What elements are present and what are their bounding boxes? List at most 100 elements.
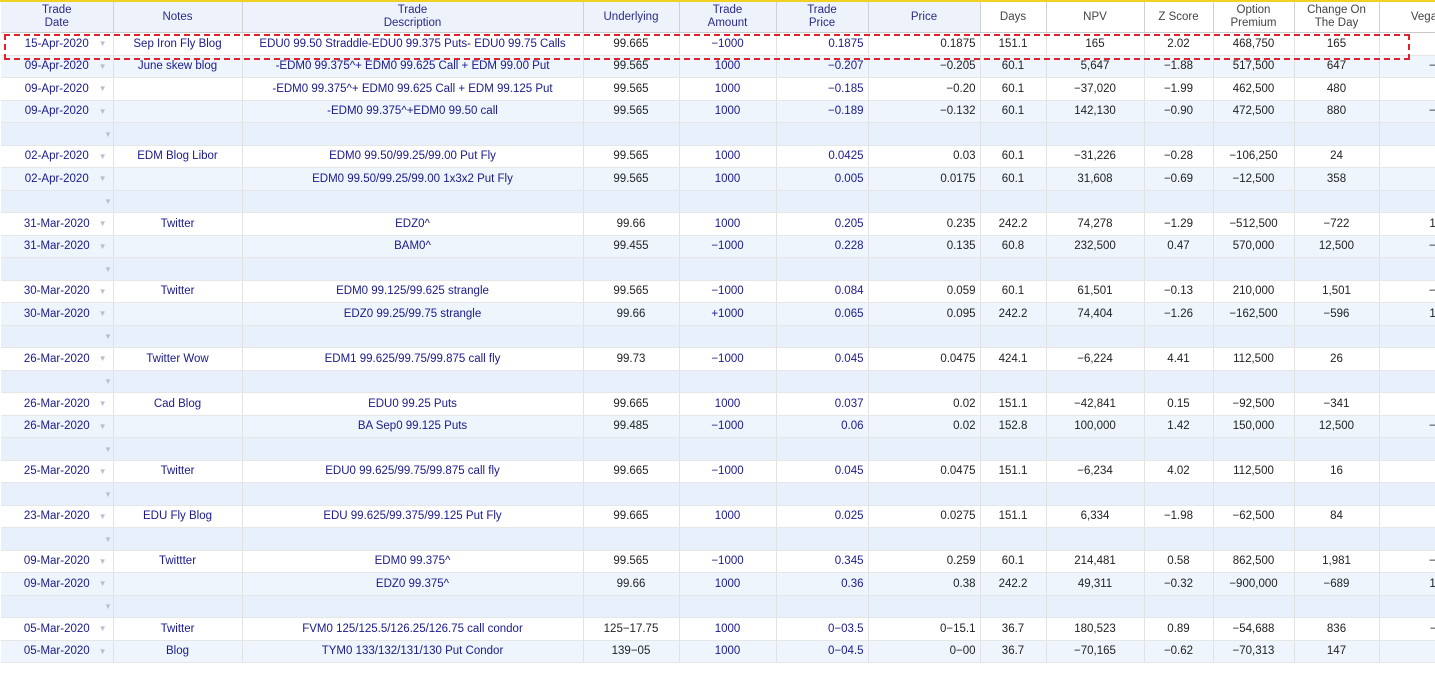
- trade-row[interactable]: 15-Apr-2020 ▼ Sep Iron Fly Blog EDU0 99.50 …: [1, 32, 1435, 56]
- cell-z[interactable]: −0.90: [1144, 100, 1214, 123]
- cell-notes[interactable]: Twitter: [113, 617, 243, 641]
- cell-price[interactable]: 0.0175: [868, 167, 981, 191]
- trade-row[interactable]: 05-Mar-2020 ▼ Twitter FVM0 125/125.5/126.25…: [1, 617, 1435, 641]
- cell-desc[interactable]: BAM0^: [242, 235, 584, 258]
- group-separator-row[interactable]: ▼: [1, 437, 1435, 461]
- cell-und[interactable]: 125−17.75: [583, 617, 680, 641]
- cell-vega[interactable]: −6,142: [1379, 550, 1435, 573]
- trade-row[interactable]: 09-Mar-2020 ▼ EDZ0 99.375^ 99.66 1000 0.36 0.3…: [1, 572, 1435, 596]
- trade-row[interactable]: 31-Mar-2020 ▼ Twitter EDZ0^ 99.66 1000 0.205 0.…: [1, 212, 1435, 236]
- cell-date[interactable]: 30-Mar-2020 ▼: [1, 302, 114, 326]
- cell-desc[interactable]: EDM0 99.50/99.25/99.00 Put Fly: [242, 145, 584, 168]
- cell-chg[interactable]: 1,501: [1294, 280, 1380, 303]
- cell-date[interactable]: 02-Apr-2020 ▼: [1, 145, 114, 168]
- cell-npv[interactable]: −6,224: [1046, 347, 1145, 371]
- dropdown-arrow-icon[interactable]: ▼: [99, 467, 107, 476]
- cell-chg[interactable]: 880: [1294, 100, 1380, 123]
- col-header[interactable]: Days: [980, 2, 1047, 33]
- cell-z[interactable]: 0.47: [1144, 235, 1214, 258]
- dropdown-arrow-icon[interactable]: ▼: [99, 624, 107, 633]
- cell-npv[interactable]: −6,234: [1046, 460, 1145, 483]
- cell-chg[interactable]: 647: [1294, 55, 1380, 78]
- group-separator-row[interactable]: ▼: [1, 370, 1435, 393]
- cell-chg[interactable]: 836: [1294, 617, 1380, 641]
- cell-und[interactable]: 99.565: [583, 100, 680, 123]
- cell-notes[interactable]: [113, 77, 243, 101]
- cell-chg[interactable]: 1,981: [1294, 550, 1380, 573]
- cell-prem[interactable]: −62,500: [1213, 505, 1295, 528]
- cell-prem[interactable]: −900,000: [1213, 572, 1295, 596]
- cell-chg[interactable]: 16: [1294, 460, 1380, 483]
- cell-notes[interactable]: [113, 100, 243, 123]
- cell-npv[interactable]: 6,334: [1046, 505, 1145, 528]
- cell-price[interactable]: 0.259: [868, 550, 981, 573]
- cell-desc[interactable]: EDU 99.625/99.375/99.125 Put Fly: [242, 505, 584, 528]
- group-separator-row[interactable]: ▼: [1, 190, 1435, 213]
- cell-amt[interactable]: +1000: [679, 302, 777, 326]
- cell-desc[interactable]: TYM0 133/132/131/130 Put Condor: [242, 640, 584, 663]
- cell-z[interactable]: −1.29: [1144, 212, 1214, 236]
- cell-notes[interactable]: Blog: [113, 640, 243, 663]
- cell-days[interactable]: 36.7: [980, 617, 1047, 641]
- cell-vega[interactable]: 1,344: [1379, 460, 1435, 483]
- cell-z[interactable]: −0.32: [1144, 572, 1214, 596]
- cell-desc[interactable]: EDZ0^: [242, 212, 584, 236]
- cell-price[interactable]: 0.059: [868, 280, 981, 303]
- trade-row[interactable]: 09-Apr-2020 ▼ -EDM0 99.375^+EDM0 99.50 cal…: [1, 100, 1435, 123]
- cell-days[interactable]: 60.1: [980, 167, 1047, 191]
- cell-tprice[interactable]: 0.005: [776, 167, 869, 191]
- trade-row[interactable]: 02-Apr-2020 ▼ EDM Blog Libor EDM0 99.50/99.…: [1, 145, 1435, 168]
- trade-row[interactable]: 02-Apr-2020 ▼ EDM0 99.50/99.25/99.00 1x3x2…: [1, 167, 1435, 191]
- cell-chg[interactable]: −722: [1294, 212, 1380, 236]
- dropdown-arrow-icon[interactable]: ▼: [99, 107, 107, 116]
- cell-prem[interactable]: −162,500: [1213, 302, 1295, 326]
- cell-notes[interactable]: [113, 572, 243, 596]
- cell-amt[interactable]: −1000: [679, 347, 777, 371]
- cell-price[interactable]: 0−15.1: [868, 617, 981, 641]
- cell-npv[interactable]: 232,500: [1046, 235, 1145, 258]
- cell-amt[interactable]: 1000: [679, 212, 777, 236]
- cell-price[interactable]: 0.02: [868, 392, 981, 416]
- cell-npv[interactable]: 5,647: [1046, 55, 1145, 78]
- cell-amt[interactable]: 1000: [679, 100, 777, 123]
- cell-chg[interactable]: 165: [1294, 32, 1380, 56]
- cell-days[interactable]: 242.2: [980, 302, 1047, 326]
- cell-tprice[interactable]: 0.025: [776, 505, 869, 528]
- col-header[interactable]: NPV: [1046, 2, 1145, 33]
- dropdown-arrow-icon[interactable]: ▼: [5, 197, 112, 206]
- trade-row[interactable]: 09-Apr-2020 ▼ -EDM0 99.375^+ EDM0 99.625 C…: [1, 77, 1435, 101]
- cell-prem[interactable]: 862,500: [1213, 550, 1295, 573]
- cell-prem[interactable]: 472,500: [1213, 100, 1295, 123]
- cell-price[interactable]: 0.1875: [868, 32, 981, 56]
- cell-und[interactable]: 99.565: [583, 280, 680, 303]
- trade-row[interactable]: 09-Apr-2020 ▼ June skew blog -EDM0 99.375^+…: [1, 55, 1435, 78]
- cell-z[interactable]: −0.28: [1144, 145, 1214, 168]
- cell-price[interactable]: −0.205: [868, 55, 981, 78]
- dropdown-arrow-icon[interactable]: ▼: [99, 647, 107, 656]
- group-separator-row[interactable]: ▼: [1, 122, 1435, 146]
- cell-price[interactable]: 0.0275: [868, 505, 981, 528]
- cell-notes[interactable]: [113, 415, 243, 438]
- cell-price[interactable]: 0.02: [868, 415, 981, 438]
- col-header[interactable]: Vega: [1379, 2, 1435, 33]
- cell-price[interactable]: 0−00: [868, 640, 981, 663]
- cell-notes[interactable]: Cad Blog: [113, 392, 243, 416]
- cell-tprice[interactable]: −0.207: [776, 55, 869, 78]
- dropdown-arrow-icon[interactable]: ▼: [5, 490, 112, 499]
- cell-days[interactable]: 60.1: [980, 280, 1047, 303]
- group-separator-row[interactable]: ▼: [1, 257, 1435, 281]
- cell-vega[interactable]: 517: [1379, 145, 1435, 168]
- group-separator-row[interactable]: ▼: [1, 527, 1435, 551]
- cell-z[interactable]: −1.88: [1144, 55, 1214, 78]
- cell-chg[interactable]: 12,500: [1294, 415, 1380, 438]
- dropdown-arrow-icon[interactable]: ▼: [99, 39, 107, 48]
- cell-vega[interactable]: −1,271: [1379, 55, 1435, 78]
- cell-z[interactable]: −0.69: [1144, 167, 1214, 191]
- cell-prem[interactable]: −12,500: [1213, 167, 1295, 191]
- cell-date[interactable]: 26-Mar-2020 ▼: [1, 392, 114, 416]
- dropdown-arrow-icon[interactable]: ▼: [99, 399, 107, 408]
- cell-z[interactable]: −0.62: [1144, 640, 1214, 663]
- cell-und[interactable]: 99.565: [583, 77, 680, 101]
- cell-days[interactable]: 242.2: [980, 572, 1047, 596]
- col-header[interactable]: Option Premium: [1213, 2, 1295, 33]
